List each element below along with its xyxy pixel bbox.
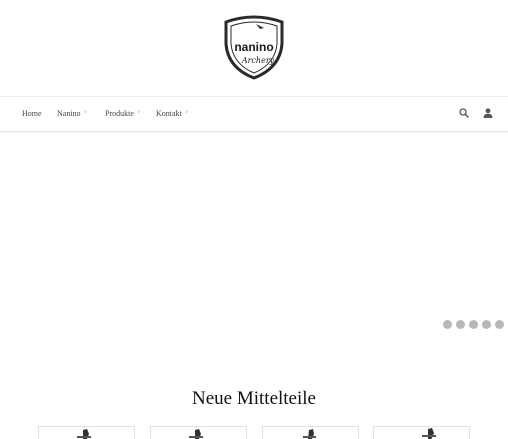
- logo-wordmark: nanino: [234, 40, 273, 54]
- nav-item-label: Produkte: [105, 109, 134, 118]
- product-card[interactable]: [262, 426, 359, 439]
- search-icon[interactable]: [458, 107, 470, 119]
- product-card[interactable]: [373, 426, 470, 439]
- product-card[interactable]: [38, 426, 135, 439]
- nav-item-produkte[interactable]: Produkte ∨: [105, 109, 141, 118]
- nav-item-label: Kontakt: [156, 109, 182, 118]
- nav-item-home[interactable]: Home: [22, 109, 42, 118]
- riser-image: [189, 429, 203, 439]
- product-card[interactable]: [150, 426, 247, 439]
- nav-item-kontakt[interactable]: Kontakt ∨: [156, 109, 188, 118]
- nav-item-label: Home: [22, 109, 42, 118]
- slider-dot[interactable]: [443, 320, 452, 329]
- riser-image: [422, 428, 436, 439]
- slider-dot[interactable]: [456, 320, 465, 329]
- hero-slider: [0, 133, 508, 348]
- slider-pagination: [443, 320, 504, 329]
- riser-image: [77, 429, 91, 439]
- section-title: Neue Mittelteile: [192, 388, 316, 409]
- user-icon[interactable]: [482, 107, 494, 119]
- site-header: nanino Archery: [0, 0, 508, 96]
- slider-dot[interactable]: [495, 320, 504, 329]
- chevron-down-icon: ∨: [83, 110, 88, 115]
- chevron-down-icon: ∨: [136, 110, 141, 115]
- product-grid: [38, 426, 470, 439]
- riser-image: [303, 429, 316, 439]
- nanino-archery-logo: nanino Archery: [224, 15, 284, 80]
- slider-dot[interactable]: [469, 320, 478, 329]
- nav-item-nanino[interactable]: Nanino ∨: [57, 109, 87, 118]
- nav-item-label: Nanino: [57, 109, 81, 118]
- slider-dot[interactable]: [482, 320, 491, 329]
- main-navigation: Home Nanino ∨ Produkte ∨ Kontakt ∨: [0, 96, 508, 132]
- chevron-down-icon: ∨: [184, 110, 189, 115]
- logo-subtext: Archery: [241, 56, 275, 65]
- brand-logo[interactable]: nanino Archery: [222, 14, 286, 80]
